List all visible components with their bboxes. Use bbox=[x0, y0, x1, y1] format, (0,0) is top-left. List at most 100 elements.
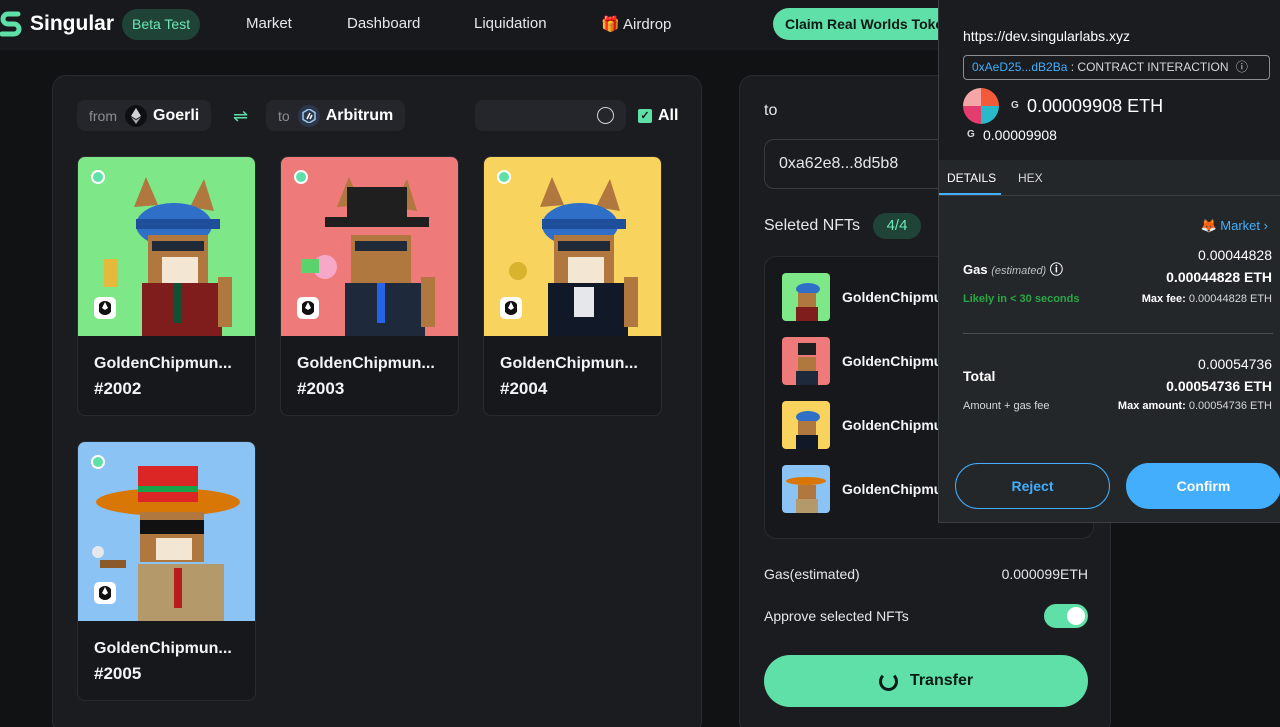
nft-name: GoldenChipmunk bbox=[842, 481, 942, 497]
site-url: https://dev.singularlabs.xyz bbox=[963, 28, 1131, 44]
nft-card[interactable]: GoldenChipmun... #2002 bbox=[77, 156, 256, 416]
nft-name: GoldenChipmun... bbox=[94, 640, 232, 657]
gas-value-eth: 0.00044828 ETH bbox=[1166, 269, 1272, 285]
nft-thumb bbox=[782, 401, 830, 449]
approve-label: Approve selected NFTs bbox=[764, 608, 909, 624]
selected-radio[interactable] bbox=[91, 455, 105, 469]
nft-id: #2002 bbox=[94, 379, 142, 398]
select-all-toggle[interactable]: ✓ All bbox=[638, 107, 678, 125]
search-icon bbox=[597, 107, 614, 124]
nft-image bbox=[78, 442, 255, 621]
gas-estimate-row: Gas(estimated) 0.000099ETH bbox=[764, 566, 1088, 582]
total-value: 0.00054736 bbox=[1198, 356, 1272, 372]
nft-name: GoldenChipmunk bbox=[842, 417, 942, 433]
amount-plus-gas-label: Amount + gas fee bbox=[963, 400, 1050, 412]
nft-id: #2005 bbox=[94, 664, 142, 683]
selected-nfts-label: Seleted NFTs bbox=[764, 217, 861, 234]
total-value-eth: 0.00054736 ETH bbox=[1166, 378, 1272, 394]
nft-name: GoldenChipmun... bbox=[500, 355, 638, 372]
info-icon[interactable]: ⓘ bbox=[1050, 262, 1063, 277]
fox-icon: 🦊 bbox=[1200, 218, 1217, 233]
gas-speed-estimate: Likely in < 30 seconds bbox=[963, 293, 1080, 305]
ethereum-badge-icon bbox=[500, 297, 522, 319]
list-item[interactable]: GoldenChipmunk bbox=[782, 401, 942, 449]
ethereum-badge-icon bbox=[94, 297, 116, 319]
selected-radio[interactable] bbox=[91, 170, 105, 184]
reject-button[interactable]: Reject bbox=[955, 463, 1110, 509]
max-amount-value: 0.00054736 ETH bbox=[1188, 400, 1272, 412]
singular-logo-icon bbox=[0, 11, 22, 37]
nft-card[interactable]: GoldenChipmun... #2004 bbox=[483, 156, 662, 416]
selected-count-badge: 4/4 bbox=[873, 213, 921, 239]
nft-name: GoldenChipmun... bbox=[94, 355, 232, 372]
tx-amount: 0.00009908 ETH bbox=[1027, 96, 1164, 116]
contract-interaction-label: 0xAeD25...dB2Ba : CONTRACT INTERACTION ⓘ bbox=[963, 55, 1270, 80]
nav-airdrop-label: Airdrop bbox=[623, 16, 672, 33]
selected-radio[interactable] bbox=[497, 170, 511, 184]
nft-image bbox=[78, 157, 255, 336]
currency-glyph: G bbox=[1011, 100, 1019, 111]
nft-thumb bbox=[782, 465, 830, 513]
nav-airdrop[interactable]: 🎁 Airdrop bbox=[601, 15, 671, 33]
to-label: to bbox=[278, 107, 290, 124]
confirm-button[interactable]: Confirm bbox=[1126, 463, 1280, 509]
nft-card[interactable]: GoldenChipmun... #2003 bbox=[280, 156, 459, 416]
nft-selection-panel: from Goerli ⇌ to Arbitrum ✓ All GoldenCh… bbox=[52, 75, 702, 727]
max-fee-label: Max fee: bbox=[1141, 293, 1186, 305]
list-item[interactable]: GoldenChipmunk bbox=[782, 465, 942, 513]
nft-name: GoldenChipmunk bbox=[842, 353, 942, 369]
nft-name: GoldenChipmunk bbox=[842, 289, 942, 305]
gas-row-label: Gas (estimated) ⓘ bbox=[963, 259, 1063, 278]
total-label: Total bbox=[963, 368, 996, 384]
contract-address-link[interactable]: 0xAeD25...dB2Ba bbox=[972, 60, 1067, 74]
to-chain-selector[interactable]: to Arbitrum bbox=[266, 100, 406, 131]
gas-estimated-label: (estimated) bbox=[991, 265, 1047, 277]
gas-label: Gas bbox=[963, 262, 988, 277]
currency-glyph: G bbox=[967, 129, 975, 140]
active-tab-indicator bbox=[939, 193, 1001, 195]
tab-details[interactable]: DETAILS bbox=[947, 171, 996, 185]
checkbox-icon: ✓ bbox=[638, 109, 652, 123]
from-chain-selector[interactable]: from Goerli bbox=[77, 100, 212, 131]
nft-image bbox=[484, 157, 661, 336]
beta-badge: Beta Test bbox=[122, 9, 201, 40]
selected-radio[interactable] bbox=[294, 170, 308, 184]
popup-header: https://dev.singularlabs.xyz 0xAeD25...d… bbox=[939, 0, 1280, 160]
popup-tabs: DETAILS HEX bbox=[939, 160, 1280, 196]
select-all-label: All bbox=[658, 107, 679, 124]
tab-hex[interactable]: HEX bbox=[1018, 171, 1043, 185]
approve-toggle[interactable] bbox=[1044, 604, 1088, 628]
nft-thumb bbox=[782, 337, 830, 385]
max-fee: Max fee: 0.00044828 ETH bbox=[1142, 293, 1272, 305]
recipient-label: to bbox=[764, 102, 778, 119]
tx-amount-secondary: 0.00009908 bbox=[983, 127, 1057, 143]
nft-search-input[interactable] bbox=[475, 100, 626, 131]
brand-name: Singular bbox=[30, 12, 115, 35]
nft-id: #2004 bbox=[500, 379, 548, 398]
brand-logo[interactable]: Singular bbox=[0, 8, 114, 40]
nav-liquidation[interactable]: Liquidation bbox=[474, 15, 547, 32]
nft-card[interactable]: GoldenChipmun... #2005 bbox=[77, 441, 256, 701]
nav-market[interactable]: Market bbox=[246, 15, 292, 32]
list-item[interactable]: GoldenChipmunk bbox=[782, 273, 942, 321]
gas-value: 0.000099ETH bbox=[1001, 566, 1088, 582]
nft-thumb bbox=[782, 273, 830, 321]
from-chain-name: Goerli bbox=[153, 106, 200, 124]
max-amount: Max amount: 0.00054736 ETH bbox=[1118, 400, 1272, 412]
nav-dashboard[interactable]: Dashboard bbox=[347, 15, 420, 32]
transfer-button[interactable]: Transfer bbox=[764, 655, 1088, 707]
max-fee-value: 0.00044828 ETH bbox=[1188, 293, 1272, 305]
recipient-address-input[interactable]: 0xa62e8...8d5b8 bbox=[764, 139, 964, 189]
list-item[interactable]: GoldenChipmunk bbox=[782, 337, 942, 385]
ethereum-badge-icon bbox=[297, 297, 319, 319]
market-label: Market bbox=[1220, 218, 1261, 233]
gas-value: 0.00044828 bbox=[1198, 247, 1272, 263]
gift-icon: 🎁 bbox=[601, 16, 620, 33]
loading-spinner-icon bbox=[878, 671, 898, 691]
market-fee-link[interactable]: 🦊 Market › bbox=[1200, 218, 1268, 234]
info-icon[interactable]: ⓘ bbox=[1236, 60, 1248, 74]
swap-chains-icon[interactable]: ⇌ bbox=[233, 106, 248, 127]
chevron-right-icon: › bbox=[1263, 218, 1268, 233]
from-label: from bbox=[89, 107, 117, 124]
approve-row: Approve selected NFTs bbox=[764, 604, 1088, 628]
